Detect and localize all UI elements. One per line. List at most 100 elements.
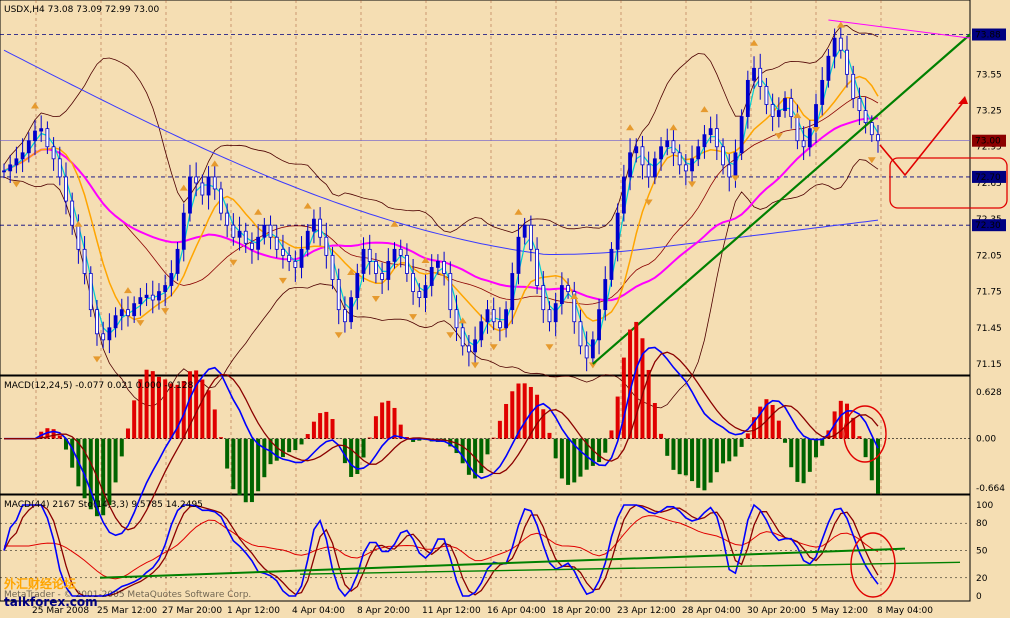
fractal-down-icon — [731, 175, 740, 182]
x-tick-label: 27 Mar 20:00 — [162, 606, 222, 616]
stoch-y-tick: 50 — [976, 547, 988, 557]
macd-hist-bar — [132, 400, 137, 439]
macd-hist-bar — [342, 438, 347, 464]
candle-body — [603, 279, 608, 311]
fractal-up-icon — [254, 208, 263, 215]
candle-body — [677, 152, 682, 166]
stoch-trendline-2 — [299, 561, 961, 575]
candle-body — [411, 273, 416, 292]
macd-hist-bar — [597, 438, 602, 463]
macd-hist-bar — [721, 438, 726, 464]
macd-hist-bar — [479, 438, 484, 474]
candle-body — [113, 315, 118, 329]
candle-body — [380, 273, 385, 280]
candle-body — [312, 218, 316, 232]
candle-body — [652, 158, 657, 178]
candle-body — [386, 260, 391, 280]
fractal-up-icon — [514, 208, 523, 215]
candle-body — [88, 273, 93, 311]
candle-body — [640, 146, 645, 166]
macd-hist-bar — [361, 438, 366, 458]
fractal-down-icon — [545, 344, 554, 351]
y-tick-label: 73.25 — [976, 107, 1002, 117]
x-tick-label: 18 Apr 20:00 — [552, 606, 611, 616]
candle-body — [330, 254, 335, 280]
macd-hist-bar — [504, 403, 509, 439]
macd-hist-bar — [553, 438, 558, 459]
macd-hist-bar — [863, 438, 868, 458]
macd-hist-bar — [212, 409, 217, 439]
macd-y-tick: 0.628 — [976, 388, 1002, 398]
fractal-up-icon — [700, 106, 709, 113]
y-tick-label: 71.45 — [976, 324, 1002, 334]
macd-hist-bar — [88, 438, 93, 510]
candle-body — [634, 146, 639, 154]
macd-hist-bar — [311, 421, 316, 439]
candle-body — [764, 86, 769, 105]
candle-body — [863, 110, 868, 124]
macd-hist-bar — [169, 383, 174, 439]
candle-body — [237, 230, 242, 238]
candle-body — [150, 294, 155, 301]
fractal-up-icon — [390, 220, 399, 227]
stoch-y-tick: 0 — [976, 592, 982, 602]
candle-body — [460, 327, 465, 347]
candle-body — [795, 116, 800, 142]
candle-body — [690, 158, 694, 172]
x-tick-label: 25 Mar 12:00 — [97, 606, 157, 616]
candle-body — [436, 260, 440, 268]
macd-hist-bar — [814, 438, 819, 458]
macd-hist-bar — [727, 438, 732, 462]
x-tick-label: 28 Apr 04:00 — [682, 606, 741, 616]
candle-body — [70, 200, 75, 226]
fractal-down-icon — [161, 308, 170, 315]
macd-hist-bar — [237, 438, 242, 496]
candle-body — [590, 339, 595, 359]
candle-body — [144, 294, 149, 298]
candle-body — [714, 128, 719, 148]
watermark-cjk: 外汇财经论坛 — [4, 576, 76, 591]
candle-body — [758, 67, 763, 87]
candle-body — [814, 104, 818, 130]
candle-body — [510, 273, 515, 311]
fractal-down-icon — [409, 314, 418, 321]
candle-body — [609, 248, 614, 280]
candle-body — [417, 291, 422, 298]
x-axis: 25 Mar 2008 25 Mar 12:00 27 Mar 20:00 1 Apr… — [32, 606, 933, 616]
trading-chart: 73.8873.5573.2572.9572.6572.3572.0571.75… — [0, 0, 1008, 616]
candle-body — [163, 285, 168, 292]
candle-body — [832, 37, 837, 57]
candle-body — [485, 309, 490, 323]
macd-hist-bar — [857, 436, 862, 439]
fractal-down-icon — [774, 133, 783, 140]
x-tick-label: 8 Apr 20:00 — [357, 606, 410, 616]
macd-hist-bar — [789, 438, 794, 468]
candle-body — [324, 236, 329, 256]
fractal-up-icon — [303, 202, 312, 209]
stoch-y-tick: 80 — [976, 519, 988, 529]
ma-top — [828, 19, 971, 39]
fractal-down-icon — [12, 181, 21, 188]
fractal-down-icon — [92, 356, 101, 363]
macd-hist-bar — [231, 438, 236, 490]
candle-body — [559, 285, 564, 305]
candle-body — [789, 98, 794, 117]
y-tick-label: 71.15 — [976, 360, 1002, 370]
candle-body — [20, 152, 25, 160]
candle-body — [95, 309, 99, 335]
candle-body — [367, 248, 372, 262]
candle-body — [57, 158, 62, 178]
macd-hist-bar — [690, 438, 695, 482]
candle-body — [250, 242, 254, 250]
candle-body — [39, 128, 44, 132]
candle-body — [361, 248, 366, 274]
candle-body — [479, 321, 484, 341]
price-marker-label: 72.70 — [975, 173, 1001, 183]
macd-hist-bar — [739, 438, 744, 447]
fractal-up-icon — [30, 102, 39, 109]
stoch-highlight-circle — [850, 532, 896, 598]
candle-body — [528, 224, 533, 250]
candle-body — [268, 224, 273, 238]
macd-hist-bar — [677, 438, 682, 475]
candle-body — [157, 291, 161, 301]
